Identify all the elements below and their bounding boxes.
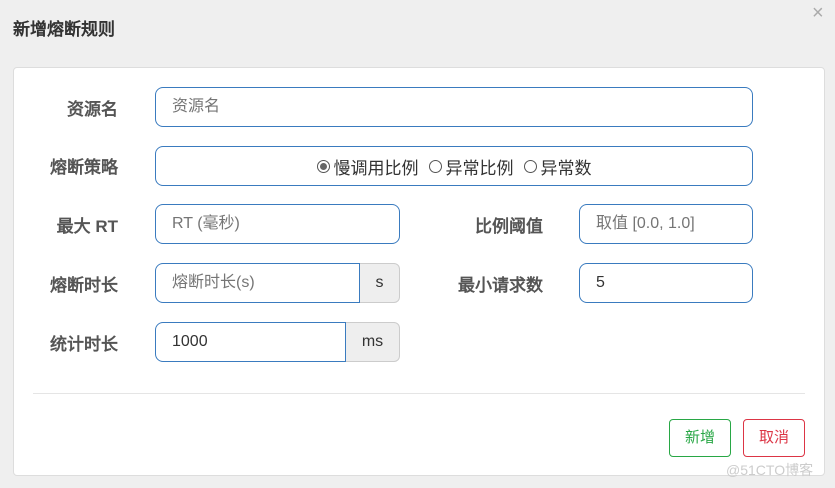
radio-error-ratio[interactable]: 异常比例: [428, 154, 514, 179]
resource-input[interactable]: [155, 87, 753, 127]
resource-label: 资源名: [67, 100, 118, 119]
ratio-label: 比例阈值: [475, 217, 543, 236]
stat-interval-input[interactable]: [155, 322, 346, 362]
min-request-input[interactable]: [579, 263, 753, 303]
stat-interval-unit: ms: [346, 322, 400, 362]
strategy-radio-group: 慢调用比例 异常比例 异常数: [155, 146, 753, 186]
stat-interval-label: 统计时长: [50, 335, 118, 354]
radio-slow-ratio[interactable]: 慢调用比例: [316, 154, 419, 179]
radio-label: 慢调用比例: [333, 158, 419, 178]
close-icon[interactable]: ×: [812, 2, 824, 25]
min-request-label: 最小请求数: [458, 276, 543, 295]
watermark: @51CTO博客: [726, 462, 814, 478]
radio-label: 异常比例: [445, 158, 514, 178]
add-button[interactable]: 新增: [669, 419, 731, 457]
duration-label: 熔断时长: [50, 276, 118, 295]
radio-error-count[interactable]: 异常数: [523, 154, 592, 179]
dialog-title: 新增熔断规则: [13, 20, 115, 39]
cancel-button[interactable]: 取消: [743, 419, 805, 457]
divider: [33, 393, 805, 394]
radio-unchecked-icon: [523, 159, 537, 173]
max-rt-input[interactable]: [155, 204, 400, 244]
max-rt-label: 最大 RT: [56, 217, 118, 236]
radio-unchecked-icon: [428, 159, 442, 173]
radio-label: 异常数: [540, 158, 592, 178]
duration-input[interactable]: [155, 263, 360, 303]
duration-unit: s: [360, 263, 400, 303]
ratio-input[interactable]: [579, 204, 753, 244]
radio-checked-icon: [316, 159, 330, 173]
strategy-label: 熔断策略: [50, 158, 118, 177]
